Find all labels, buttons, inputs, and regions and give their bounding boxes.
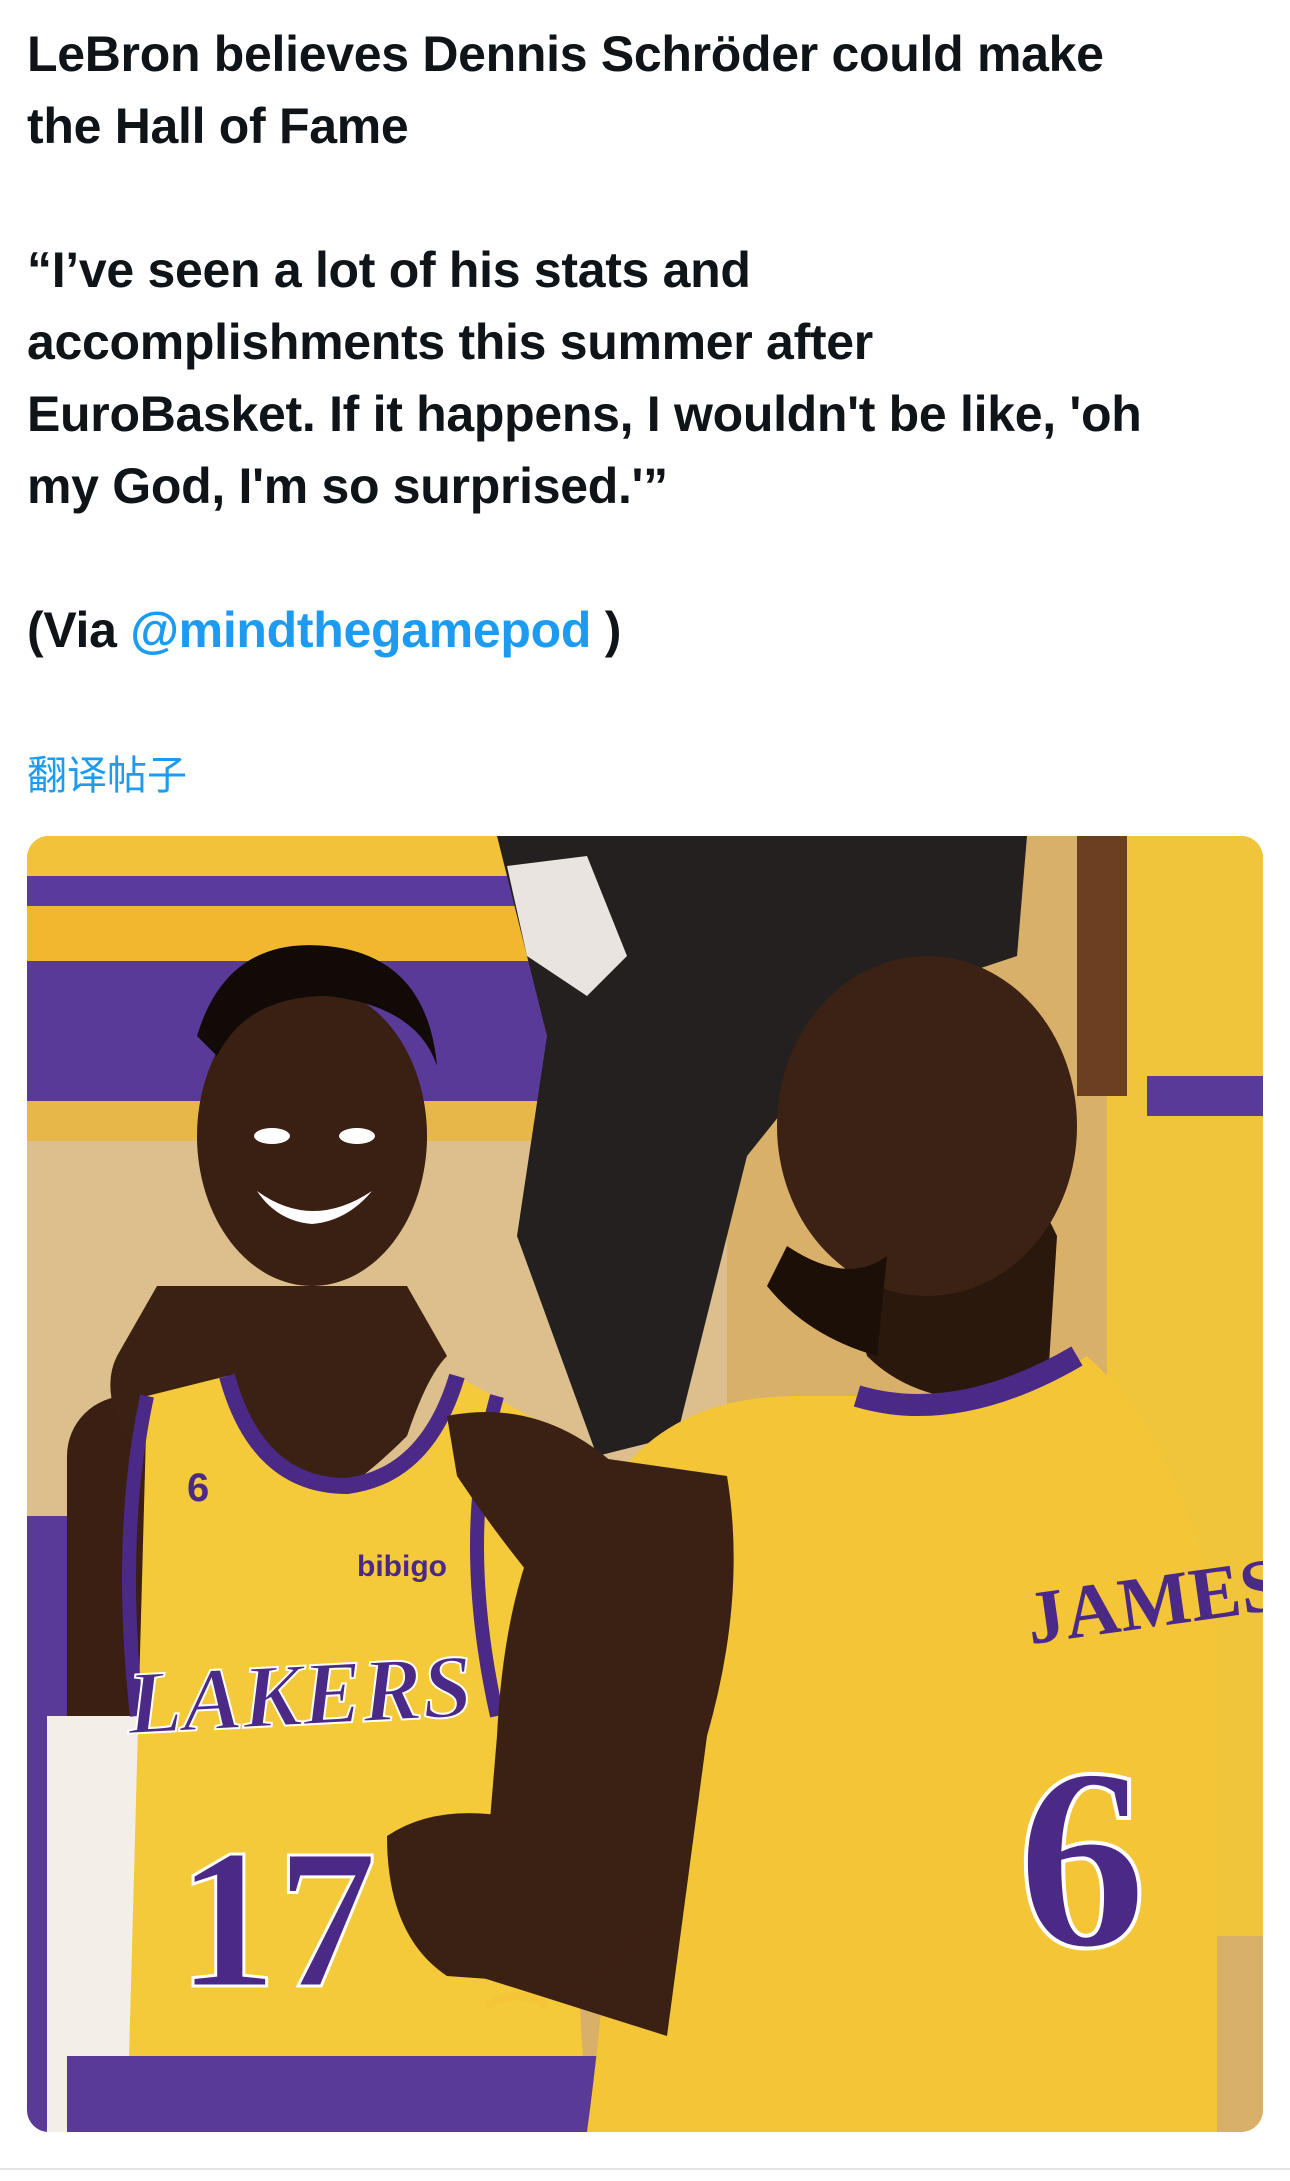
tweet-photo[interactable]: 6 bibigo LAKERS 17 JAMES 6 [27, 836, 1263, 2132]
headline: LeBron believes Dennis Schröder could ma… [27, 18, 1263, 162]
left-jersey-wordmark: LAKERS [124, 1637, 475, 1754]
quote-line-2: accomplishments this summer after [27, 314, 873, 370]
post-divider [0, 2168, 1290, 2170]
right-player-head [777, 956, 1077, 1296]
translate-post-link[interactable]: 翻译帖子 [27, 748, 187, 804]
tweet-post: LeBron believes Dennis Schröder could ma… [0, 0, 1290, 2181]
quote-line-1: “I’ve seen a lot of his stats and [27, 242, 751, 298]
right-jersey-number: 6 [1017, 1715, 1147, 2003]
photo-illustration: 6 bibigo LAKERS 17 JAMES 6 [27, 836, 1263, 2132]
quote: “I’ve seen a lot of his stats and accomp… [27, 234, 1263, 522]
tweet-text: LeBron believes Dennis Schröder could ma… [27, 18, 1263, 666]
mention-link[interactable]: @mindthegamepod [130, 602, 591, 658]
via-prefix: (Via [27, 602, 131, 658]
quote-line-4: my God, I'm so surprised.'” [27, 458, 668, 514]
sponsor-patch: bibigo [357, 1550, 447, 1583]
via-suffix: ) [591, 602, 622, 658]
headline-line-1: LeBron believes Dennis Schröder could ma… [27, 26, 1104, 82]
headline-line-2: the Hall of Fame [27, 98, 409, 154]
via-line: (Via @mindthegamepod ) [27, 594, 1263, 666]
left-jersey-number: 17 [177, 1809, 377, 2030]
quote-line-3: EuroBasket. If it happens, I wouldn't be… [27, 386, 1142, 442]
left-patch-number: 6 [187, 1466, 209, 1510]
